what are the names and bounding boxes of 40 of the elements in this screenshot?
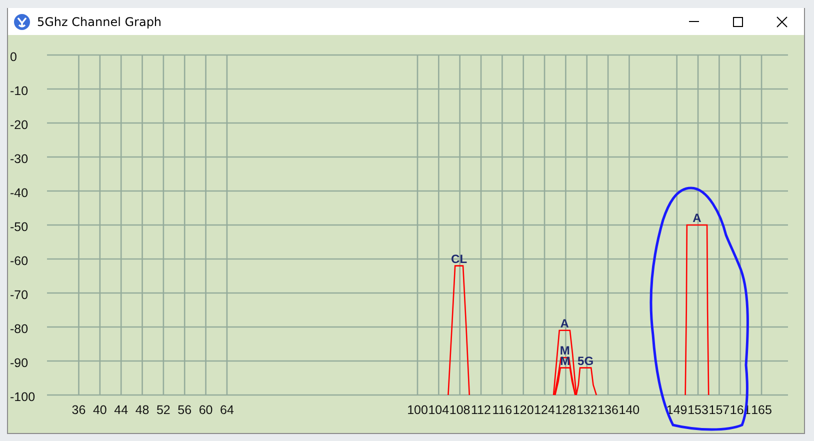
x-tick-label: 100 — [407, 403, 428, 417]
y-tick-label: -100 — [10, 390, 36, 404]
y-tick-label: -10 — [10, 84, 28, 98]
x-tick-label: 124 — [534, 403, 555, 417]
window-title: 5Ghz Channel Graph — [37, 14, 162, 28]
x-tick-label: 44 — [114, 403, 128, 417]
x-tick-label: 153 — [688, 403, 708, 417]
x-tick-label: 136 — [598, 403, 618, 417]
x-tick-label: 40 — [92, 403, 107, 417]
x-tick-label: 52 — [156, 403, 170, 417]
y-tick-label: -90 — [10, 356, 28, 370]
x-tick-label: 60 — [198, 403, 213, 417]
x-tick-label: 64 — [220, 403, 234, 417]
x-tick-label: 128 — [555, 403, 576, 417]
network-label: A — [692, 211, 702, 225]
x-tick-label: 165 — [751, 403, 772, 417]
y-tick-label: -60 — [10, 254, 28, 268]
x-tick-label: 120 — [512, 403, 534, 417]
y-tick-label: -70 — [10, 288, 28, 302]
x-tick-label: 140 — [618, 403, 640, 417]
network-label: CL — [451, 252, 468, 266]
y-tick-label: -40 — [10, 186, 28, 200]
x-tick-label: 116 — [492, 403, 512, 417]
x-tick-label: 36 — [72, 403, 86, 417]
x-tick-label: 104 — [428, 403, 450, 417]
y-tick-label: -30 — [10, 152, 28, 166]
x-tick-label: 48 — [135, 403, 150, 417]
network-label: M — [560, 344, 570, 358]
x-tick-label: 112 — [471, 403, 491, 417]
y-tick-label: -20 — [10, 118, 28, 132]
y-tick-label: 0 — [10, 50, 17, 64]
x-tick-label: 157 — [708, 403, 730, 417]
x-tick-label: 108 — [449, 403, 470, 417]
y-tick-label: -80 — [10, 322, 28, 336]
x-tick-label: 149 — [666, 403, 688, 417]
network-label: 5G — [578, 354, 594, 368]
y-tick-label: -50 — [10, 220, 28, 234]
x-tick-label: 132 — [576, 403, 598, 417]
network-label: A — [560, 316, 569, 330]
x-tick-label: 56 — [178, 403, 192, 417]
